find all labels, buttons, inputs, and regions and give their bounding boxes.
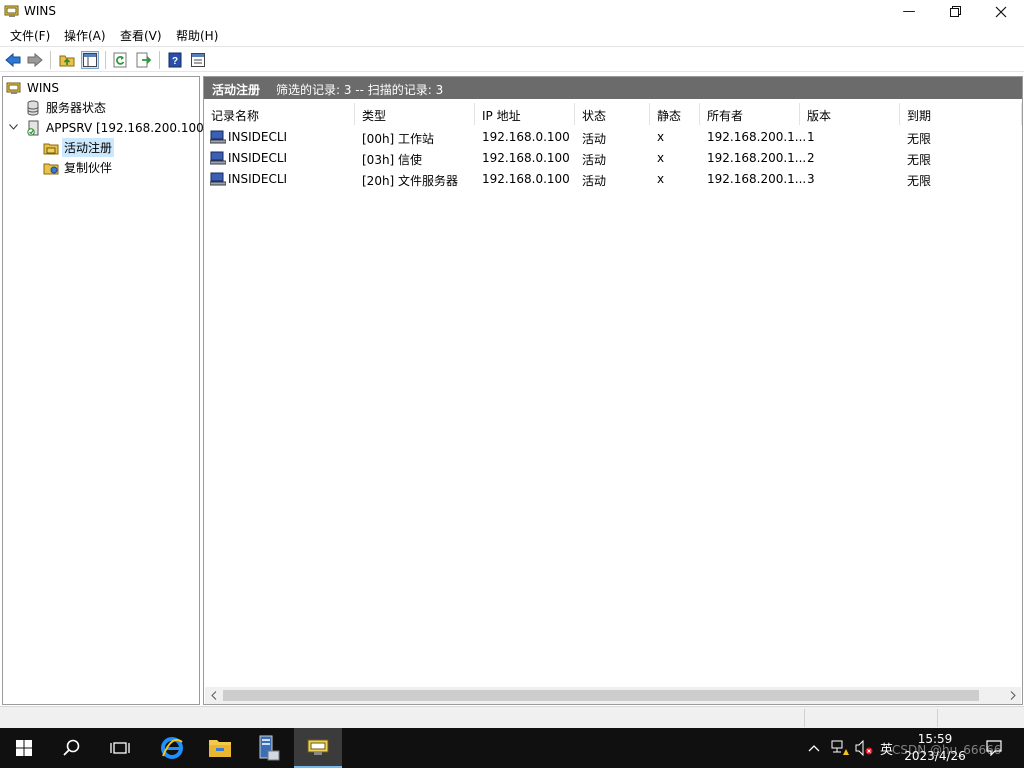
taskbar: 英 15:59 2023/4/26 CSDN @hu_66666 — [0, 728, 1024, 768]
record-type: [20h] 文件服务器 — [362, 174, 459, 188]
column-header-owner[interactable]: 所有者 — [700, 103, 800, 125]
pane-header: 活动注册 筛选的记录: 3 -- 扫描的记录: 3 — [204, 77, 1022, 99]
folder-registrations-icon — [43, 140, 59, 156]
maximize-button[interactable] — [932, 0, 978, 23]
menu-view[interactable]: 查看(V) — [120, 27, 162, 44]
server-icon — [25, 120, 41, 136]
refresh-icon[interactable] — [112, 51, 130, 69]
menu-action[interactable]: 操作(A) — [64, 27, 106, 44]
help-icon[interactable]: ? — [166, 51, 184, 69]
menu-bar: 文件(F) 操作(A) 查看(V) 帮助(H) — [0, 23, 1024, 45]
record-expiry: 无限 — [907, 153, 932, 167]
database-icon — [25, 100, 41, 116]
server-manager-icon[interactable] — [244, 728, 292, 768]
column-header-expiry[interactable]: 到期 — [900, 103, 1022, 125]
horizontal-scrollbar[interactable] — [205, 687, 1021, 704]
record-expiry: 无限 — [907, 174, 932, 188]
wins-app-icon — [4, 3, 20, 19]
tree-item-server-status[interactable]: 服务器状态 — [25, 98, 108, 117]
record-version: 3 — [807, 172, 815, 186]
watermark: CSDN @hu_66666 — [892, 743, 1002, 757]
computer-icon — [209, 130, 227, 144]
wins-icon — [6, 80, 22, 96]
window-title: WINS — [24, 4, 56, 18]
tree-item-replication-partners[interactable]: 复制伙伴 — [43, 158, 114, 177]
column-header-version[interactable]: 版本 — [800, 103, 900, 125]
title-bar: WINS — — [0, 0, 1024, 23]
tree-label: 活动注册 — [62, 138, 115, 157]
properties-icon[interactable] — [189, 51, 207, 69]
tree-item-wins[interactable]: WINS — [6, 78, 61, 97]
show-hide-tree-icon[interactable] — [81, 51, 99, 69]
record-ip: 192.168.0.100 — [482, 172, 570, 186]
scroll-right-icon[interactable] — [1004, 688, 1021, 703]
column-header-static[interactable]: 静态 — [650, 103, 700, 125]
record-state: 活动 — [582, 153, 607, 167]
search-icon[interactable] — [48, 728, 96, 768]
table-row[interactable]: INSIDECLI [03h] 信使 192.168.0.100 活动 x 19… — [204, 148, 1022, 169]
notifications-icon[interactable] — [986, 728, 1002, 768]
record-state: 活动 — [582, 132, 607, 146]
toolbar: ? — [0, 46, 1024, 72]
network-warning-icon[interactable] — [831, 728, 849, 768]
menu-file[interactable]: 文件(F) — [10, 27, 50, 44]
tree-label: 复制伙伴 — [64, 161, 113, 175]
record-type: [03h] 信使 — [362, 153, 423, 167]
chevron-down-icon[interactable] — [9, 122, 18, 133]
record-owner: 192.168.200.1... — [707, 151, 807, 165]
record-version: 2 — [807, 151, 815, 165]
column-header-ip[interactable]: IP 地址 — [475, 103, 575, 125]
record-type: [00h] 工作站 — [362, 132, 435, 146]
tree-label: APPSRV [192.168.200.100] — [46, 120, 209, 135]
scrollbar-thumb[interactable] — [223, 690, 979, 701]
file-explorer-icon[interactable] — [196, 728, 244, 768]
folder-partners-icon — [43, 160, 59, 176]
record-owner: 192.168.200.1... — [707, 172, 807, 186]
forward-arrow-icon[interactable] — [26, 51, 44, 69]
volume-muted-icon[interactable] — [855, 728, 873, 768]
record-count: 筛选的记录: 3 -- 扫描的记录: 3 — [276, 83, 444, 97]
up-folder-icon[interactable] — [58, 51, 76, 69]
back-arrow-icon[interactable] — [4, 51, 22, 69]
export-list-icon[interactable] — [135, 51, 153, 69]
record-ip: 192.168.0.100 — [482, 130, 570, 144]
computer-icon — [209, 151, 227, 165]
record-name: INSIDECLI — [228, 172, 288, 186]
start-button[interactable] — [0, 728, 48, 768]
console-tree: WINS 服务器状态 APPSRV [192.168.200.100] 活动注册… — [2, 76, 208, 705]
column-header-type[interactable]: 类型 — [355, 103, 475, 125]
tree-item-active-registrations[interactable]: 活动注册 — [43, 138, 115, 157]
record-static: x — [657, 130, 665, 144]
tree-label: WINS — [27, 80, 59, 95]
column-header-name[interactable]: 记录名称 — [204, 103, 355, 125]
internet-explorer-icon[interactable] — [148, 728, 196, 768]
close-button[interactable] — [978, 0, 1024, 23]
results-pane: 活动注册 筛选的记录: 3 -- 扫描的记录: 3 记录名称 类型 IP 地址 … — [203, 76, 1023, 705]
status-bar — [0, 706, 1024, 728]
record-static: x — [657, 172, 665, 186]
record-ip: 192.168.0.100 — [482, 151, 570, 165]
table-row[interactable]: INSIDECLI [20h] 文件服务器 192.168.0.100 活动 x… — [204, 169, 1022, 190]
record-owner: 192.168.200.1... — [707, 130, 807, 144]
pane-title: 活动注册 — [212, 83, 261, 97]
show-hidden-icons-icon[interactable] — [808, 728, 820, 768]
record-expiry: 无限 — [907, 132, 932, 146]
wins-taskbar-icon[interactable] — [294, 728, 342, 768]
record-state: 活动 — [582, 174, 607, 188]
computer-icon — [209, 172, 227, 186]
svg-text:?: ? — [172, 56, 178, 67]
record-static: x — [657, 151, 665, 165]
record-name: INSIDECLI — [228, 130, 288, 144]
tree-item-server[interactable]: APPSRV [192.168.200.100] — [25, 118, 210, 137]
minimize-button[interactable]: — — [886, 0, 932, 23]
record-version: 1 — [807, 130, 815, 144]
column-header-state[interactable]: 状态 — [575, 103, 650, 125]
record-name: INSIDECLI — [228, 151, 288, 165]
task-view-icon[interactable] — [96, 728, 144, 768]
tree-label: 服务器状态 — [46, 101, 107, 115]
menu-help[interactable]: 帮助(H) — [176, 27, 218, 44]
table-row[interactable]: INSIDECLI [00h] 工作站 192.168.0.100 活动 x 1… — [204, 127, 1022, 148]
scroll-left-icon[interactable] — [205, 688, 222, 703]
column-header-row: 记录名称 类型 IP 地址 状态 静态 所有者 版本 到期 — [204, 103, 1022, 125]
